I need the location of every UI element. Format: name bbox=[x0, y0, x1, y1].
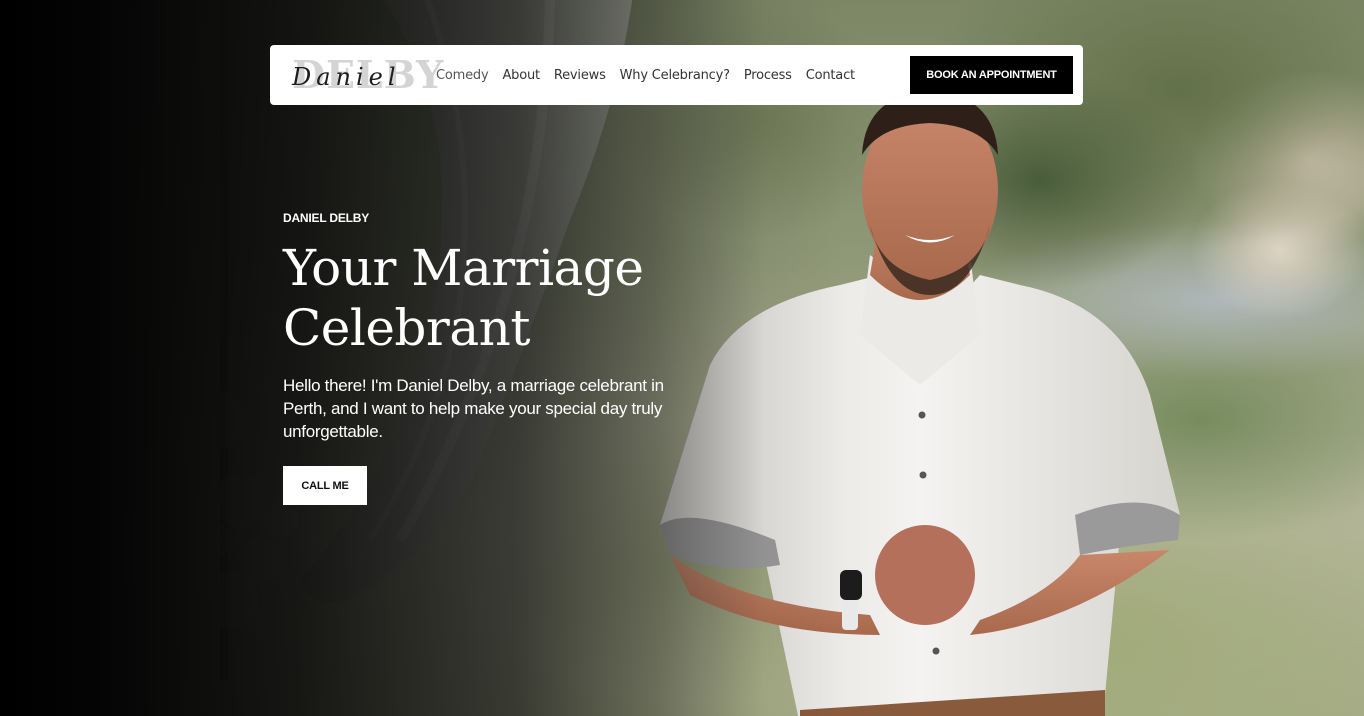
nav-links: Comedy About Reviews Why Celebrancy? Pro… bbox=[436, 45, 855, 105]
nav-link-reviews[interactable]: Reviews bbox=[554, 68, 606, 83]
call-me-button[interactable]: CALL ME bbox=[283, 466, 367, 505]
daniel-delby-logo[interactable]: DELBY Daniel bbox=[292, 55, 443, 95]
nav-link-about[interactable]: About bbox=[502, 68, 540, 83]
hero-dark-overlay bbox=[0, 0, 1364, 716]
book-appointment-button[interactable]: BOOK AN APPOINTMENT bbox=[910, 56, 1073, 94]
logo-script-text: Daniel bbox=[292, 63, 401, 91]
nav-link-contact[interactable]: Contact bbox=[806, 68, 855, 83]
top-navbar: DELBY Daniel Comedy About Reviews Why Ce… bbox=[270, 45, 1083, 105]
nav-link-process[interactable]: Process bbox=[744, 68, 792, 83]
hero-lead-text: Hello there! I'm Daniel Delby, a marriag… bbox=[283, 376, 664, 441]
hero-title: Your Marriage Celebrant bbox=[283, 239, 644, 357]
hero-section: DELBY Daniel Comedy About Reviews Why Ce… bbox=[0, 0, 1364, 716]
nav-link-why-celebrancy[interactable]: Why Celebrancy? bbox=[620, 68, 730, 83]
hero-eyebrow: DANIEL DELBY bbox=[283, 211, 370, 225]
nav-link-comedy[interactable]: Comedy bbox=[436, 68, 489, 83]
